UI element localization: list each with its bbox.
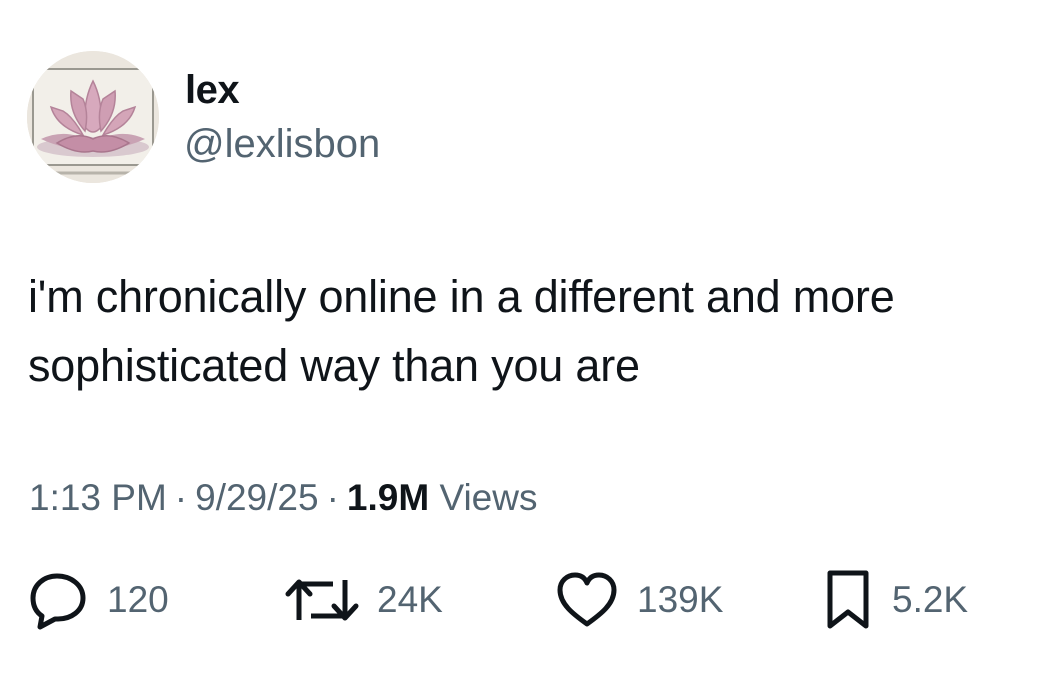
bookmark-icon xyxy=(827,570,869,629)
bookmark-button[interactable]: 5.2K xyxy=(822,570,968,630)
reply-button[interactable]: 120 xyxy=(27,570,169,630)
like-button[interactable]: 139K xyxy=(555,570,723,630)
avatar[interactable] xyxy=(27,51,159,183)
action-bar: 120 24K 139K 5.2K xyxy=(0,570,1056,630)
views-label: Views xyxy=(439,477,538,518)
post-time[interactable]: 1:13 PM xyxy=(29,477,167,518)
repost-count: 24K xyxy=(377,579,443,620)
reply-icon xyxy=(30,573,86,630)
post-text: i'm chronically online in a different an… xyxy=(28,271,895,391)
heart-icon xyxy=(557,572,617,627)
bookmark-count: 5.2K xyxy=(892,579,969,620)
post-meta: 1:13 PM · 9/29/25 · 1.9M Views xyxy=(29,474,537,522)
meta-separator: · xyxy=(326,477,339,518)
display-name[interactable]: lex xyxy=(185,66,240,114)
meta-separator: · xyxy=(174,477,188,518)
post-date[interactable]: 9/29/25 xyxy=(195,477,318,518)
reply-count: 120 xyxy=(107,579,169,620)
user-handle[interactable]: @lexlisbon xyxy=(184,120,380,168)
repost-icon xyxy=(285,579,359,621)
repost-button[interactable]: 24K xyxy=(285,570,443,630)
like-count: 139K xyxy=(637,579,724,620)
views-count: 1.9M xyxy=(346,477,430,518)
lotus-avatar-image xyxy=(27,51,159,183)
